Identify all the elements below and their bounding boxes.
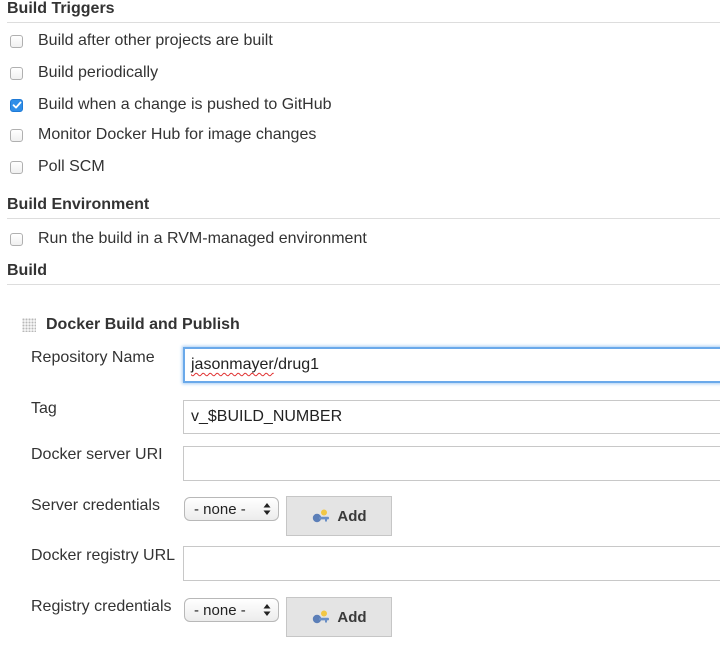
registry-credentials-add-label: Add xyxy=(337,608,367,626)
docker-registry-url-label: Docker registry URL xyxy=(31,547,176,564)
build-step-header: Docker Build and Publish xyxy=(22,316,240,334)
checkbox-label: Build after other projects are built xyxy=(38,32,273,49)
check-icon xyxy=(12,101,21,109)
server-credentials-add-label: Add xyxy=(337,507,367,525)
registry-credentials-add-button[interactable]: Add xyxy=(286,597,392,637)
server-credentials-select[interactable]: - none - xyxy=(184,497,279,521)
drag-handle-icon[interactable] xyxy=(22,318,36,332)
registry-credentials-selected: - none - xyxy=(194,601,246,619)
build-step-title: Docker Build and Publish xyxy=(46,316,240,333)
checkbox-label: Monitor Docker Hub for image changes xyxy=(38,126,317,143)
key-icon xyxy=(313,509,330,523)
section-header-build-triggers: Build Triggers xyxy=(7,0,720,23)
server-credentials-label: Server credentials xyxy=(31,497,160,514)
checkbox-build-after-other[interactable] xyxy=(10,34,23,48)
repository-name-value-misspelled: jasonmayer xyxy=(191,356,274,373)
repository-name-label: Repository Name xyxy=(31,349,155,366)
checkbox-build-periodically[interactable] xyxy=(10,66,23,80)
updown-arrows-icon xyxy=(263,604,271,616)
registry-credentials-label: Registry credentials xyxy=(31,598,172,615)
checkbox-label: Run the build in a RVM-managed environme… xyxy=(38,230,367,247)
repository-name-value-rest: /drug1 xyxy=(273,356,320,373)
checkbox-row-build-after-other[interactable]: Build after other projects are built xyxy=(10,30,273,52)
checkbox-row-rvm[interactable]: Run the build in a RVM-managed environme… xyxy=(10,228,367,250)
registry-credentials-select[interactable]: - none - xyxy=(184,598,279,622)
updown-arrows-icon xyxy=(263,503,271,515)
checkbox-label: Poll SCM xyxy=(38,158,105,175)
checkbox-docker-hub[interactable] xyxy=(10,128,23,142)
section-header-build-environment: Build Environment xyxy=(7,196,720,219)
tag-input[interactable]: v_$BUILD_NUMBER xyxy=(183,400,720,434)
server-credentials-selected: - none - xyxy=(194,500,246,518)
key-icon xyxy=(313,610,330,624)
checkbox-rvm[interactable] xyxy=(10,232,23,246)
repository-name-input[interactable]: jasonmayer/drug1 xyxy=(183,347,720,383)
checkbox-poll-scm[interactable] xyxy=(10,160,23,174)
docker-registry-url-input[interactable] xyxy=(183,546,720,581)
checkbox-row-docker-hub[interactable]: Monitor Docker Hub for image changes xyxy=(10,124,316,146)
tag-label: Tag xyxy=(31,400,57,417)
docker-server-uri-label: Docker server URI xyxy=(31,446,163,463)
checkbox-label: Build periodically xyxy=(38,64,159,81)
checkbox-row-poll-scm[interactable]: Poll SCM xyxy=(10,156,105,178)
docker-server-uri-input[interactable] xyxy=(183,446,720,481)
checkbox-row-github-push[interactable]: Build when a change is pushed to GitHub xyxy=(10,94,332,116)
server-credentials-add-button[interactable]: Add xyxy=(286,496,392,536)
checkbox-label: Build when a change is pushed to GitHub xyxy=(38,96,332,113)
checkbox-github-push[interactable] xyxy=(10,98,23,112)
section-header-build: Build xyxy=(7,262,720,285)
checkbox-row-build-periodically[interactable]: Build periodically xyxy=(10,62,158,84)
tag-value: v_$BUILD_NUMBER xyxy=(191,408,343,425)
